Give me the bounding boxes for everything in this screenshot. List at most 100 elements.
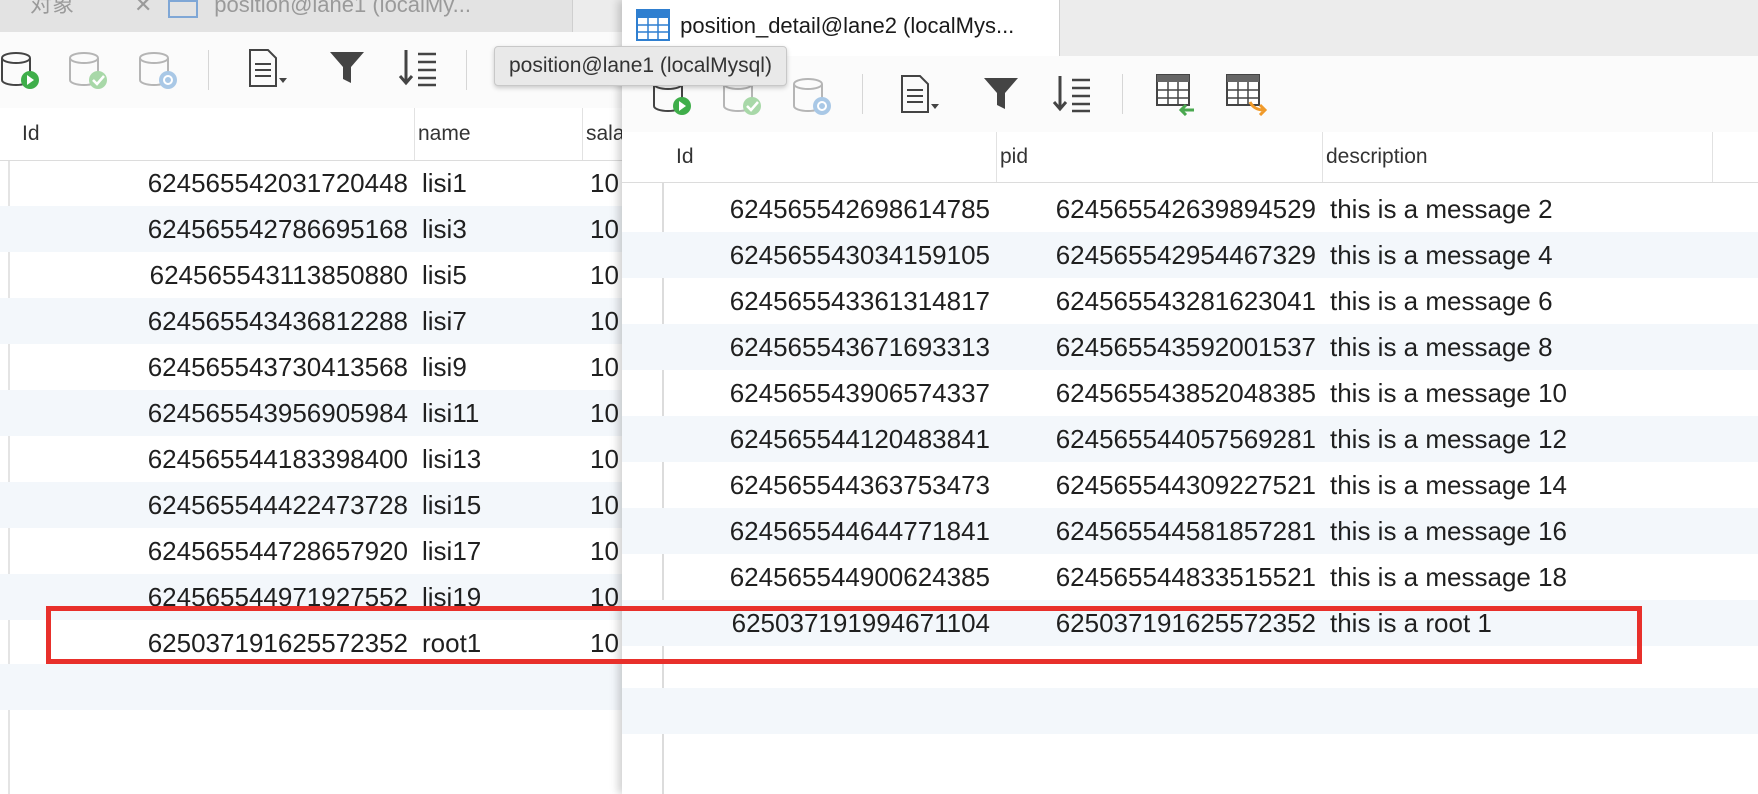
cell-id[interactable]: 624565544422473728 — [22, 482, 408, 528]
cell-sala[interactable]: 10 — [590, 252, 622, 298]
db-refresh-icon[interactable] — [792, 74, 836, 118]
cell-id[interactable]: 624565543906574337 — [668, 370, 990, 416]
table-row[interactable]: 624565543671693313 624565543592001537 this… — [622, 324, 1758, 370]
table-row[interactable]: 624565544728657920 lisi17 10 — [0, 528, 622, 574]
table-row[interactable]: 624565542786695168 lisi3 10 — [0, 206, 622, 252]
cell-id[interactable]: 624565543671693313 — [668, 324, 990, 370]
cell-id[interactable]: 624565544120483841 — [668, 416, 990, 462]
cell-pid[interactable]: 624565544581857281 — [994, 508, 1316, 554]
highlight-box — [46, 606, 1642, 664]
table-row[interactable]: 624565544363753473 624565544309227521 this… — [622, 462, 1758, 508]
empty-row — [0, 664, 622, 710]
cell-id[interactable]: 624565543361314817 — [668, 278, 990, 324]
db-commit-icon[interactable] — [68, 48, 112, 92]
table-row[interactable]: 624565543034159105 624565542954467329 this… — [622, 232, 1758, 278]
cell-name[interactable]: lisi9 — [422, 344, 582, 390]
cell-name[interactable]: lisi11 — [422, 390, 582, 436]
cell-id[interactable]: 624565544363753473 — [668, 462, 990, 508]
cell-id[interactable]: 624565544644771841 — [668, 508, 990, 554]
db-run-icon[interactable] — [0, 48, 44, 92]
tab-tooltip: position@lane1 (localMysql) — [494, 46, 787, 86]
document-icon[interactable] — [246, 46, 290, 90]
cell-id[interactable]: 624565542031720448 — [22, 160, 408, 206]
cell-pid[interactable]: 624565542639894529 — [994, 186, 1316, 232]
cell-pid[interactable]: 624565544057569281 — [994, 416, 1316, 462]
col-header-id[interactable]: Id — [22, 108, 415, 160]
cell-sala[interactable]: 10 — [590, 482, 622, 528]
cell-sala[interactable]: 10 — [590, 344, 622, 390]
sort-icon[interactable] — [1050, 72, 1094, 116]
cell-id[interactable]: 624565544183398400 — [22, 436, 408, 482]
col-header-name[interactable]: name — [418, 108, 583, 160]
col-header-sala[interactable]: sala — [586, 108, 622, 160]
tab-position-detail-label: position_detail@lane2 (localMys... — [680, 13, 1015, 38]
cell-description[interactable]: this is a message 14 — [1330, 462, 1750, 508]
cell-name[interactable]: lisi5 — [422, 252, 582, 298]
cell-sala[interactable]: 10 — [590, 206, 622, 252]
cell-id[interactable]: 624565544728657920 — [22, 528, 408, 574]
cell-id[interactable]: 624565543113850880 — [22, 252, 408, 298]
cell-name[interactable]: lisi3 — [422, 206, 582, 252]
cell-sala[interactable]: 10 — [590, 298, 622, 344]
cell-id[interactable]: 624565543730413568 — [22, 344, 408, 390]
cell-sala[interactable]: 10 — [590, 160, 622, 206]
cell-description[interactable]: this is a message 4 — [1330, 232, 1750, 278]
cell-description[interactable]: this is a message 6 — [1330, 278, 1750, 324]
table-row[interactable]: 624565544900624385 624565544833515521 this… — [622, 554, 1758, 600]
cell-description[interactable]: this is a message 8 — [1330, 324, 1750, 370]
filter-icon[interactable] — [326, 46, 370, 90]
cell-description[interactable]: this is a message 2 — [1330, 186, 1750, 232]
tab-position-lane1[interactable]: ✕ position@lane1 (localMy... — [118, 0, 573, 32]
close-icon[interactable]: ✕ — [134, 0, 152, 16]
table-row[interactable]: 624565543113850880 lisi5 10 — [0, 252, 622, 298]
cell-sala[interactable]: 10 — [590, 390, 622, 436]
table-row[interactable]: 624565543730413568 lisi9 10 — [0, 344, 622, 390]
cell-description[interactable]: this is a message 18 — [1330, 554, 1750, 600]
left-tab-bar: 对象 ✕ position@lane1 (localMy... — [0, 0, 622, 33]
cell-id[interactable]: 624565544900624385 — [668, 554, 990, 600]
cell-id[interactable]: 624565543034159105 — [668, 232, 990, 278]
import-table-icon[interactable] — [1154, 72, 1198, 116]
document-icon[interactable] — [898, 72, 942, 116]
tab-objects-label: 对象 — [30, 0, 75, 17]
cell-pid[interactable]: 624565542954467329 — [994, 232, 1316, 278]
cell-description[interactable]: this is a message 12 — [1330, 416, 1750, 462]
table-row[interactable]: 624565542031720448 lisi1 10 — [0, 160, 622, 206]
table-row[interactable]: 624565542698614785 624565542639894529 this… — [622, 186, 1758, 232]
table-icon — [168, 0, 199, 18]
col-header-description[interactable]: description — [1326, 132, 1713, 182]
cell-description[interactable]: this is a message 10 — [1330, 370, 1750, 416]
cell-name[interactable]: lisi1 — [422, 160, 582, 206]
cell-description[interactable]: this is a message 16 — [1330, 508, 1750, 554]
col-header-id[interactable]: Id — [676, 132, 997, 182]
export-table-icon[interactable] — [1224, 72, 1268, 116]
cell-id[interactable]: 624565543956905984 — [22, 390, 408, 436]
table-row[interactable]: 624565544120483841 624565544057569281 this… — [622, 416, 1758, 462]
sort-icon[interactable] — [396, 46, 440, 90]
cell-name[interactable]: lisi17 — [422, 528, 582, 574]
cell-pid[interactable]: 624565543592001537 — [994, 324, 1316, 370]
cell-pid[interactable]: 624565543281623041 — [994, 278, 1316, 324]
cell-id[interactable]: 624565542786695168 — [22, 206, 408, 252]
table-row[interactable]: 624565543956905984 lisi11 10 — [0, 390, 622, 436]
cell-id[interactable]: 624565543436812288 — [22, 298, 408, 344]
cell-sala[interactable]: 10 — [590, 528, 622, 574]
cell-name[interactable]: lisi13 — [422, 436, 582, 482]
filter-icon[interactable] — [980, 72, 1024, 116]
cell-name[interactable]: lisi7 — [422, 298, 582, 344]
cell-pid[interactable]: 624565544833515521 — [994, 554, 1316, 600]
db-refresh-icon[interactable] — [138, 48, 182, 92]
table-row[interactable]: 624565543436812288 lisi7 10 — [0, 298, 622, 344]
cell-pid[interactable]: 624565543852048385 — [994, 370, 1316, 416]
tab-position-lane1-label: position@lane1 (localMy... — [214, 0, 471, 17]
table-row[interactable]: 624565543361314817 624565543281623041 this… — [622, 278, 1758, 324]
cell-id[interactable]: 624565542698614785 — [668, 186, 990, 232]
table-row[interactable]: 624565544183398400 lisi13 10 — [0, 436, 622, 482]
table-row[interactable]: 624565543906574337 624565543852048385 this… — [622, 370, 1758, 416]
cell-name[interactable]: lisi15 — [422, 482, 582, 528]
col-header-pid[interactable]: pid — [1000, 132, 1323, 182]
cell-pid[interactable]: 624565544309227521 — [994, 462, 1316, 508]
table-row[interactable]: 624565544644771841 624565544581857281 this… — [622, 508, 1758, 554]
cell-sala[interactable]: 10 — [590, 436, 622, 482]
table-row[interactable]: 624565544422473728 lisi15 10 — [0, 482, 622, 528]
